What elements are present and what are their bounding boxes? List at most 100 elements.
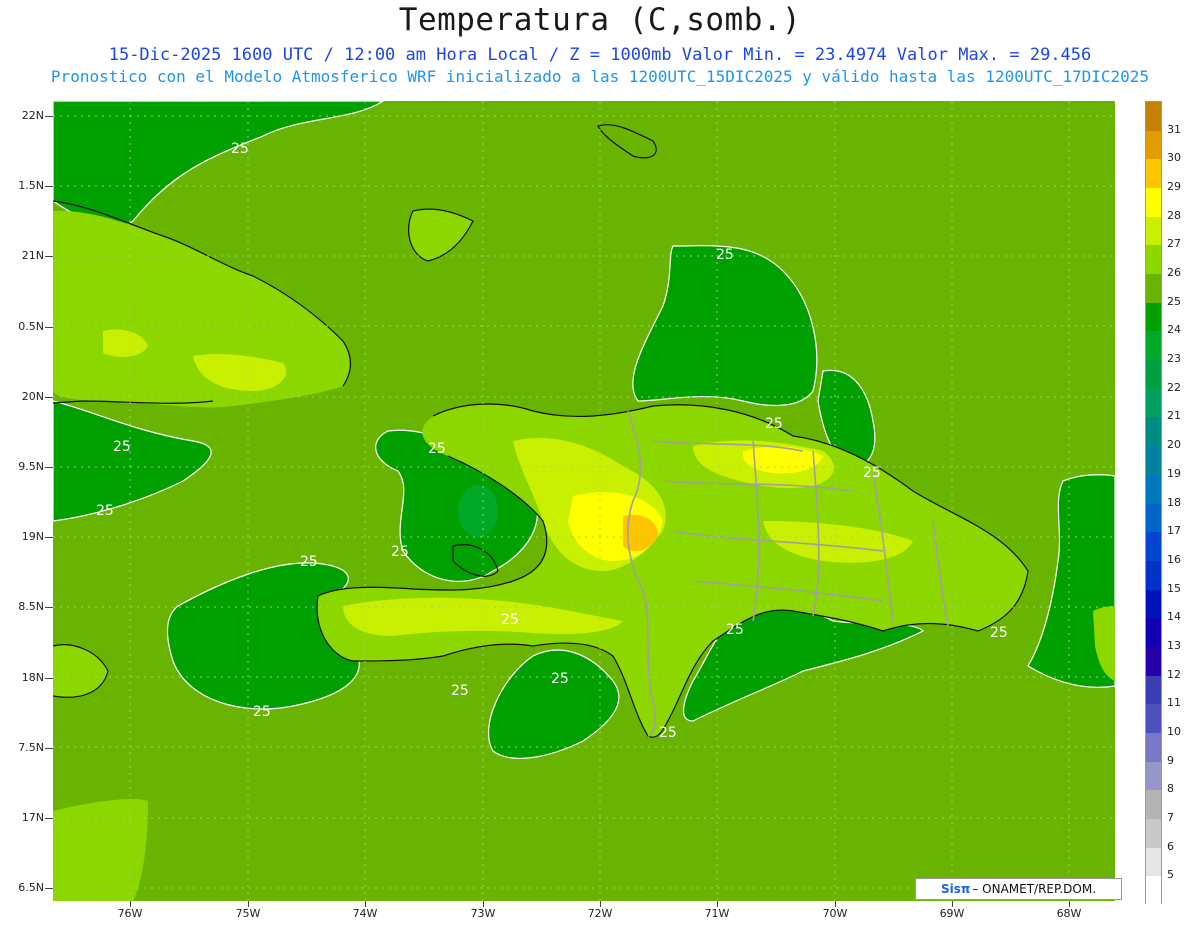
colorbar-swatch xyxy=(1146,876,1161,906)
colorbar-swatch xyxy=(1146,102,1161,131)
colorbar-label: 5 xyxy=(1167,868,1174,882)
lat-label: 9.5N xyxy=(18,460,44,473)
colorbar-swatch xyxy=(1146,331,1161,361)
lon-tick xyxy=(952,901,953,907)
lon-label: 72W xyxy=(587,907,613,920)
contour-label: 25 xyxy=(551,671,569,687)
contour-label: 25 xyxy=(231,141,249,157)
colorbar-swatch xyxy=(1146,274,1161,304)
lat-tick xyxy=(45,397,53,398)
colorbar-swatch xyxy=(1146,216,1161,246)
lat-tick xyxy=(45,256,53,257)
colorbar-label: 23 xyxy=(1167,352,1181,366)
lat-label: 22N xyxy=(21,109,44,122)
lat-tick xyxy=(45,327,53,328)
colorbar-label: 11 xyxy=(1167,696,1181,710)
colorbar-label: 28 xyxy=(1167,208,1181,222)
lat-tick xyxy=(45,607,53,608)
colorbar-swatch xyxy=(1146,188,1161,218)
contour-label: 25 xyxy=(96,503,114,519)
lon-tick xyxy=(130,901,131,907)
lat-tick xyxy=(45,888,53,889)
lat-tick xyxy=(45,186,53,187)
lon-tick xyxy=(717,901,718,907)
credit-box: Sisπ – ONAMET/REP.DOM. xyxy=(915,878,1122,900)
lon-label: 70W xyxy=(822,907,848,920)
south-land-patch xyxy=(53,799,148,901)
forecast-time-info: 15-Dic-2025 1600 UTC / 12:00 am Hora Loc… xyxy=(108,45,1092,65)
contour-label: 25 xyxy=(113,439,131,455)
colorbar-label: 6 xyxy=(1167,839,1174,853)
lat-label: 6.5N xyxy=(18,881,44,894)
lon-label: 69W xyxy=(939,907,965,920)
contour-label: 25 xyxy=(863,465,881,481)
lon-label: 68W xyxy=(1056,907,1082,920)
colorbar-swatch xyxy=(1146,360,1161,390)
lat-label: 7.5N xyxy=(18,741,44,754)
colorbar-label: 9 xyxy=(1167,753,1174,767)
lat-tick xyxy=(45,818,53,819)
colorbar-label: 31 xyxy=(1167,122,1181,136)
colorbar-swatch xyxy=(1146,302,1161,332)
lat-tick xyxy=(45,748,53,749)
colorbar-swatch xyxy=(1146,761,1161,791)
contour-label: 25 xyxy=(716,247,734,263)
lat-tick xyxy=(45,467,53,468)
colorbar-label: 18 xyxy=(1167,495,1181,509)
colorbar-label: 14 xyxy=(1167,610,1181,624)
colorbar-label: 27 xyxy=(1167,237,1181,251)
lon-label: 71W xyxy=(704,907,730,920)
colorbar-swatch xyxy=(1146,560,1161,590)
credit-text: – ONAMET/REP.DOM. xyxy=(972,882,1097,896)
colorbar-label: 20 xyxy=(1167,438,1181,452)
colorbar-swatch xyxy=(1146,847,1161,877)
contour-label: 25 xyxy=(726,622,744,638)
contour-label: 25 xyxy=(391,544,409,560)
colorbar-swatch xyxy=(1146,646,1161,676)
lon-tick xyxy=(835,901,836,907)
lon-tick xyxy=(248,901,249,907)
colorbar-label: 15 xyxy=(1167,581,1181,595)
sispi-logo-text: Sisπ xyxy=(940,882,971,896)
contour-label: 25 xyxy=(451,683,469,699)
lat-tick xyxy=(45,678,53,679)
colorbar-label: 16 xyxy=(1167,552,1181,566)
contour-label: 25 xyxy=(300,554,318,570)
lon-tick xyxy=(600,901,601,907)
lat-label: 8.5N xyxy=(18,600,44,613)
lat-tick xyxy=(45,116,53,117)
colorbar-label: 10 xyxy=(1167,724,1181,738)
lon-label: 75W xyxy=(235,907,261,920)
colorbar-swatch xyxy=(1146,245,1161,275)
colorbar-label: 7 xyxy=(1167,810,1174,824)
colorbar-swatch xyxy=(1146,675,1161,705)
lon-label: 74W xyxy=(352,907,378,920)
colorbar-swatch xyxy=(1146,446,1161,476)
colorbar-label: 12 xyxy=(1167,667,1181,681)
temperature-colorbar xyxy=(1145,101,1162,906)
colorbar-swatch xyxy=(1146,589,1161,619)
colorbar-swatch xyxy=(1146,732,1161,762)
temperature-map: 25 25 25 25 25 25 25 25 25 25 25 25 25 2… xyxy=(53,101,1115,901)
contour-label: 25 xyxy=(253,704,271,720)
colorbar-label: 22 xyxy=(1167,380,1181,394)
colorbar-label: 13 xyxy=(1167,638,1181,652)
lat-label: 20N xyxy=(21,390,44,403)
colorbar-swatch xyxy=(1146,159,1161,189)
colorbar-swatch xyxy=(1146,532,1161,562)
lon-tick xyxy=(365,901,366,907)
contour-label: 25 xyxy=(990,625,1008,641)
colorbar-swatch xyxy=(1146,503,1161,533)
colorbar-swatch xyxy=(1146,474,1161,504)
colorbar-swatch xyxy=(1146,130,1161,160)
colorbar-label: 24 xyxy=(1167,323,1181,337)
lat-label: 19N xyxy=(21,530,44,543)
contour-label: 25 xyxy=(765,416,783,432)
colorbar-swatch xyxy=(1146,388,1161,418)
colorbar-label: 30 xyxy=(1167,151,1181,165)
colorbar-label: 25 xyxy=(1167,294,1181,308)
lat-label: 21N xyxy=(21,249,44,262)
contour-label: 25 xyxy=(659,725,677,741)
lon-label: 73W xyxy=(470,907,496,920)
colorbar-swatch xyxy=(1146,818,1161,848)
